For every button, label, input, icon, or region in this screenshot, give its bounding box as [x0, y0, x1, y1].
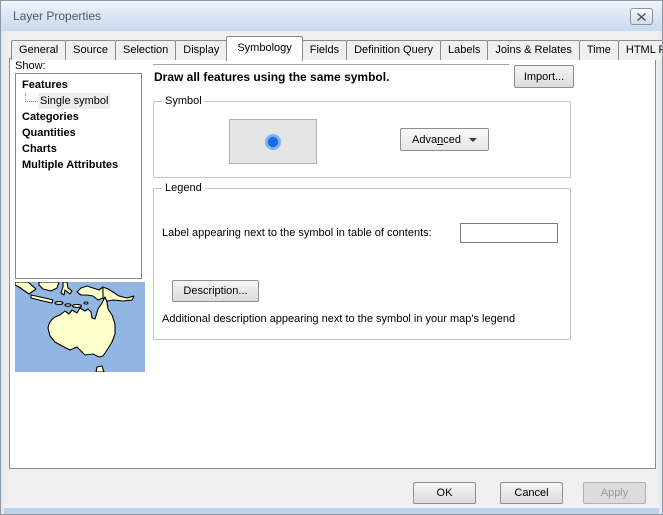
- dropdown-arrow-icon: [469, 138, 477, 142]
- tab-display[interactable]: Display: [175, 40, 227, 60]
- close-icon: [637, 13, 646, 21]
- show-item-charts[interactable]: Charts: [16, 141, 141, 157]
- legend-label-text: Label appearing next to the symbol in ta…: [162, 227, 432, 239]
- show-item-quantities[interactable]: Quantities: [16, 125, 141, 141]
- tab-selection[interactable]: Selection: [115, 40, 176, 60]
- symbol-group-title: Symbol: [162, 95, 205, 107]
- legend-groupbox: Legend Label appearing next to the symbo…: [153, 188, 571, 340]
- tab-source[interactable]: Source: [65, 40, 116, 60]
- renderer-description: Draw all features using the same symbol.: [154, 70, 389, 84]
- advanced-dropdown-button[interactable]: Advanced: [400, 128, 489, 151]
- show-item-features[interactable]: Features: [16, 77, 141, 93]
- point-symbol-icon: [264, 133, 282, 151]
- show-label: Show:: [15, 60, 46, 72]
- tab-definition-query[interactable]: Definition Query: [346, 40, 441, 60]
- tab-joins-relates[interactable]: Joins & Relates: [487, 40, 579, 60]
- tab-symbology[interactable]: Symbology: [226, 36, 302, 61]
- show-listbox[interactable]: Features Single symbol Categories Quanti…: [15, 73, 142, 279]
- ok-button[interactable]: OK: [413, 482, 476, 504]
- tab-strip: General Source Selection Display Symbolo…: [11, 36, 663, 60]
- import-button[interactable]: Import...: [514, 65, 574, 88]
- legend-label-input[interactable]: [460, 223, 558, 243]
- symbol-groupbox: Symbol Advanced: [153, 101, 571, 178]
- tab-time[interactable]: Time: [579, 40, 619, 60]
- cancel-button[interactable]: Cancel: [500, 482, 563, 504]
- map-preview: [15, 282, 145, 372]
- tab-general[interactable]: General: [11, 40, 66, 60]
- close-button[interactable]: [630, 8, 653, 25]
- show-item-categories[interactable]: Categories: [16, 109, 141, 125]
- window-title: Layer Properties: [13, 9, 101, 23]
- layer-properties-dialog: Layer Properties General Source Selectio…: [0, 0, 663, 515]
- apply-button[interactable]: Apply: [583, 482, 646, 504]
- show-item-single-symbol[interactable]: Single symbol: [16, 93, 141, 109]
- additional-description-text: Additional description appearing next to…: [162, 313, 515, 325]
- symbol-preview-button[interactable]: [229, 119, 317, 164]
- tab-fields[interactable]: Fields: [302, 40, 347, 60]
- description-button[interactable]: Description...: [172, 280, 259, 302]
- titlebar[interactable]: Layer Properties: [1, 1, 662, 31]
- show-item-multiple-attributes[interactable]: Multiple Attributes: [16, 157, 141, 173]
- header-divider: [153, 64, 509, 65]
- legend-group-title: Legend: [162, 182, 205, 194]
- tree-connector-icon: [25, 93, 36, 102]
- tab-html-popup[interactable]: HTML Popup: [618, 40, 663, 60]
- advanced-label: Advanced: [412, 134, 461, 146]
- tab-labels[interactable]: Labels: [440, 40, 488, 60]
